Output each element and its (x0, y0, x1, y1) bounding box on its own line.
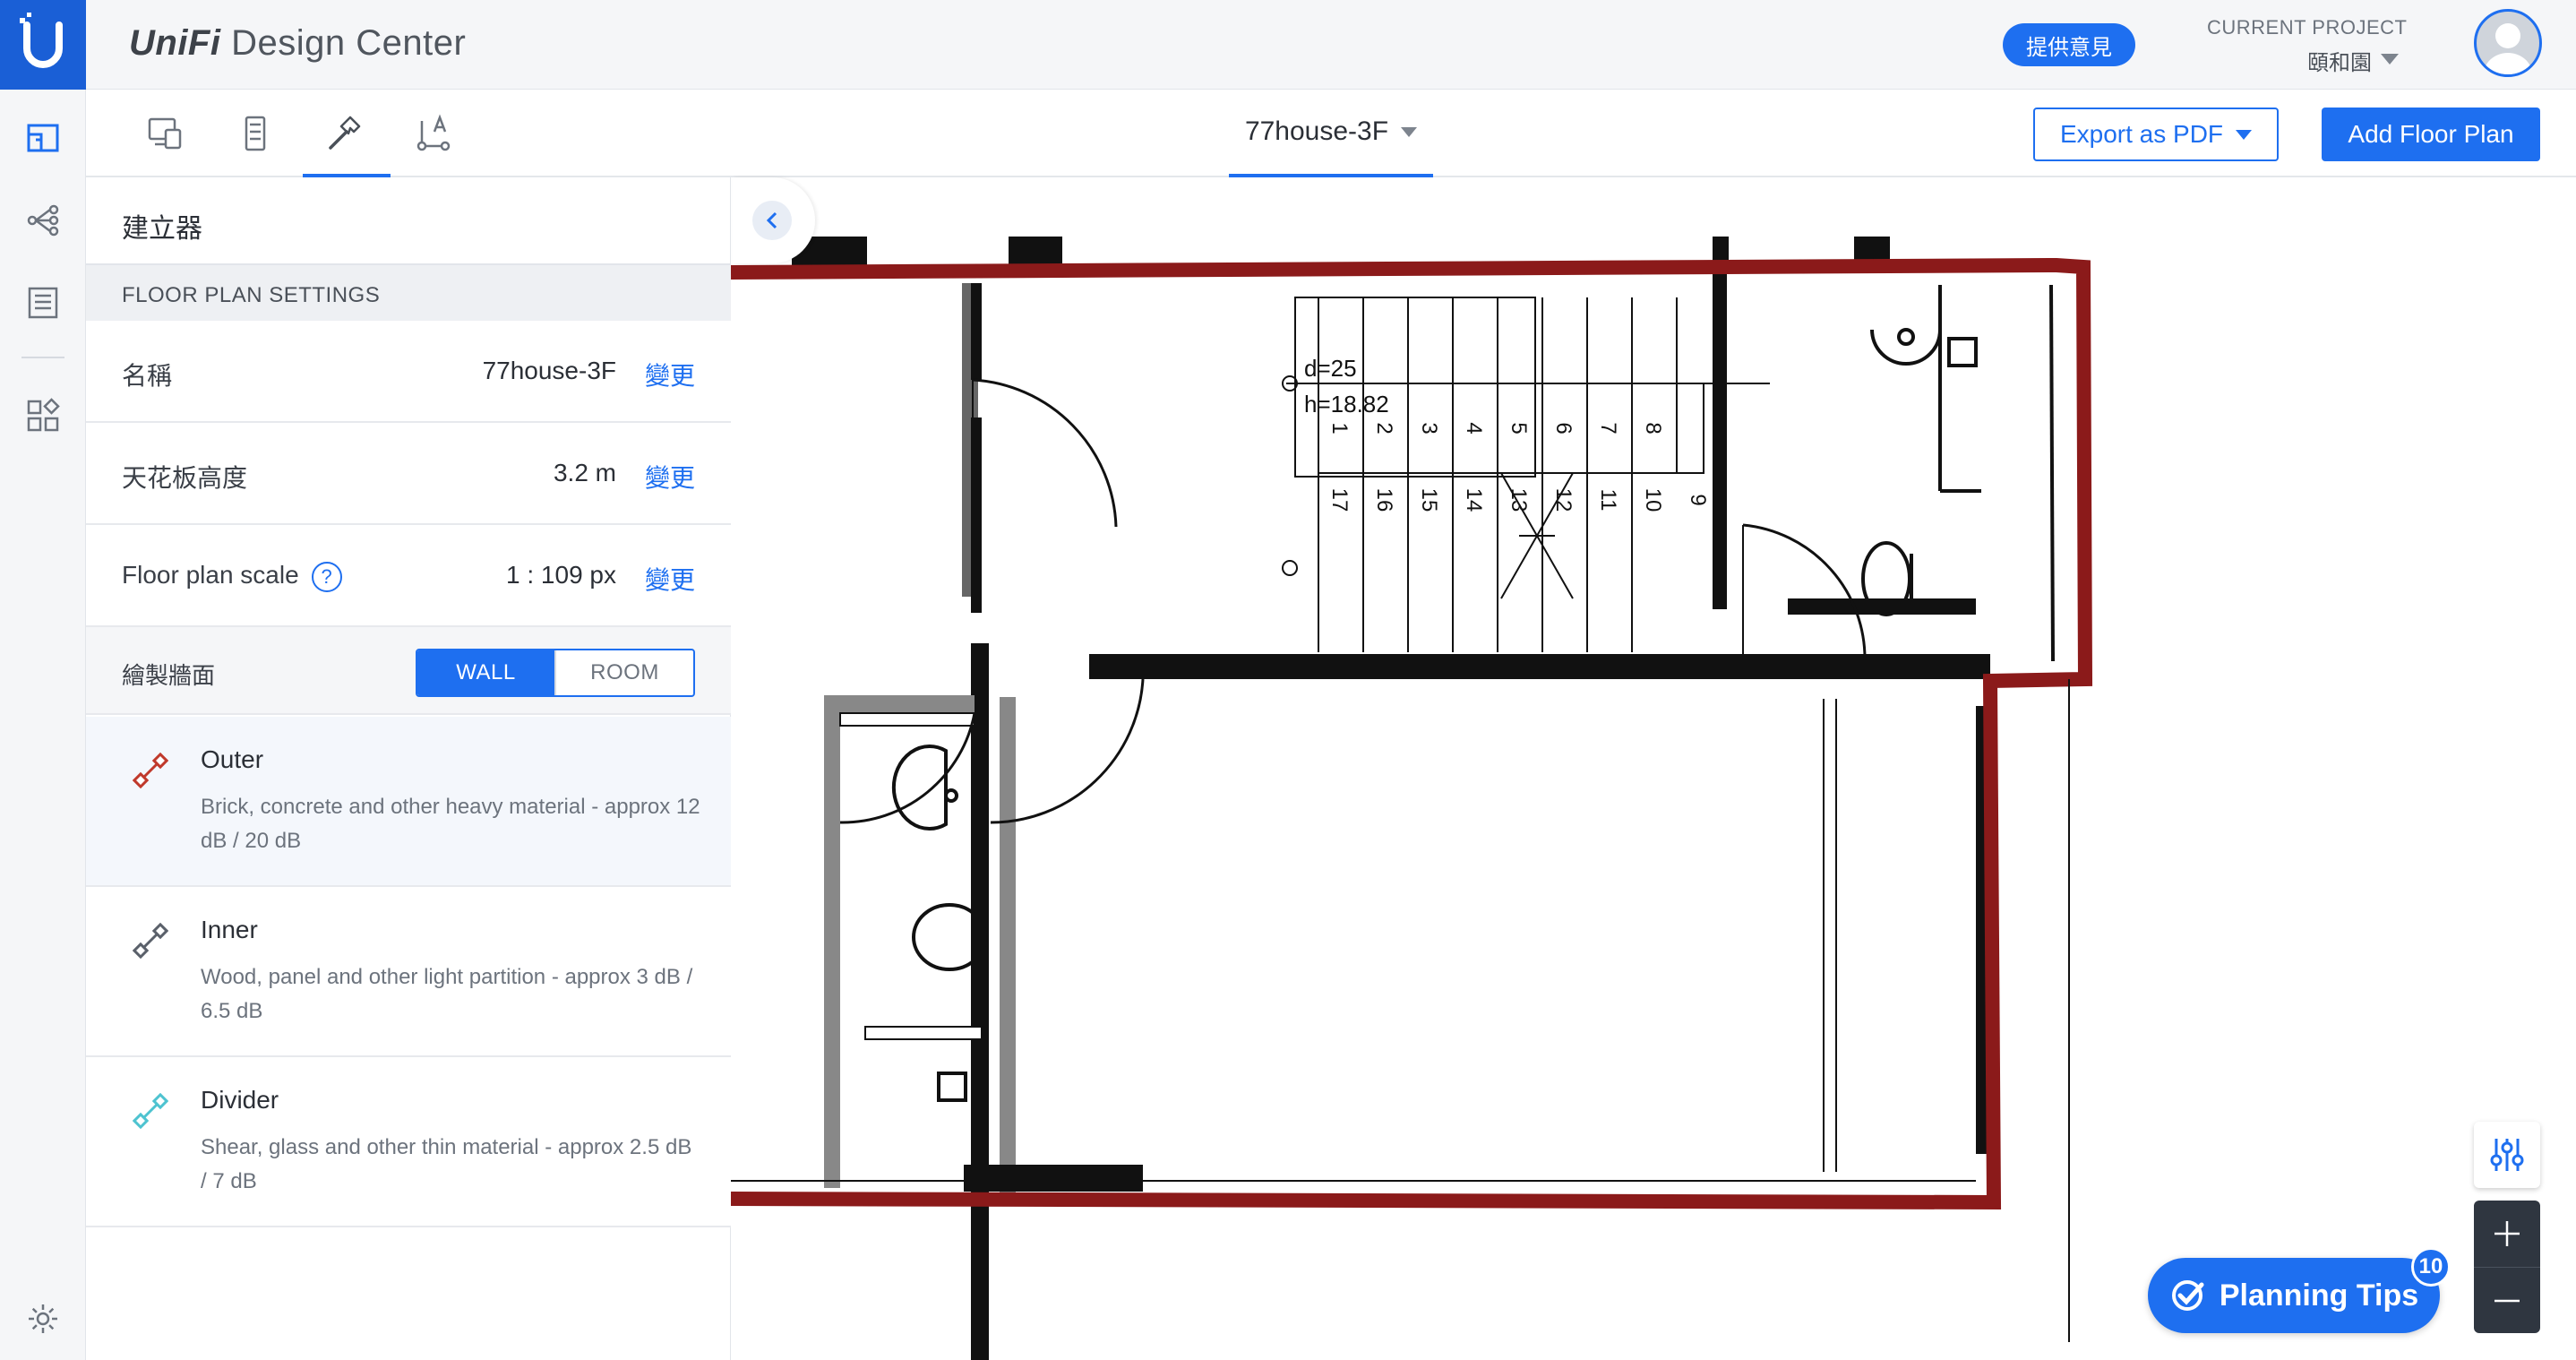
stair-note-h: h=18.82 (1304, 391, 1389, 417)
panel-title: 建立器 (122, 214, 202, 244)
app-brand: UniFi Design Center (129, 23, 467, 63)
topology-nav-icon[interactable] (25, 202, 61, 238)
wall-type-divider[interactable]: Divider Shear, glass and other thin mate… (86, 1057, 731, 1227)
stair-step-number: 6 (1551, 422, 1576, 434)
zoom-in-button[interactable] (2474, 1201, 2540, 1267)
stair-step-number: 10 (1641, 488, 1665, 512)
stair-note-d: d=25 (1304, 355, 1357, 382)
wall-name: Outer (201, 745, 264, 773)
setting-value: 1 : 109 px (506, 561, 616, 589)
floorplan-drawing: d=25 h=18.82 1 2 3 4 5 6 7 817 16 15 14 13 12 11 10 9 (731, 237, 2093, 1360)
floorplan-canvas[interactable]: d=25 h=18.82 1 2 3 4 5 6 7 8 17 16 15 14 13 12 11 10 9 (731, 177, 2576, 1360)
stair-step-number: 3 (1417, 422, 1441, 434)
mode-room-button[interactable]: ROOM (554, 650, 693, 695)
wall-name: Inner (201, 916, 258, 943)
floorplan-nav-icon[interactable] (25, 120, 61, 156)
tips-count-badge: 10 (2411, 1247, 2451, 1287)
sliders-icon (2490, 1139, 2524, 1171)
wall-type-inner[interactable]: Inner Wood, panel and other light partit… (86, 887, 731, 1057)
chevron-left-icon[interactable] (752, 201, 792, 240)
mode-wall-button[interactable]: WALL (417, 650, 554, 695)
minus-icon (2494, 1299, 2520, 1302)
draw-wall-row: 繪製牆面 WALL ROOM (86, 627, 731, 715)
chevron-down-icon (2236, 129, 2253, 140)
settings-gear-icon[interactable] (25, 1301, 61, 1337)
change-scale-link[interactable]: 變更 (645, 561, 695, 597)
stair-step-number: 5 (1507, 422, 1531, 434)
wall-type-outer[interactable]: Outer Brick, concrete and other heavy ma… (86, 717, 731, 887)
stair-step-number: 8 (1641, 422, 1665, 434)
draw-wall-label: 繪製牆面 (122, 662, 216, 689)
project-name[interactable]: 頤和園 (2307, 45, 2372, 76)
wall-room-toggle: WALL ROOM (416, 649, 695, 697)
inner-wall-icon (133, 923, 168, 959)
stair-step-number: 1 (1327, 422, 1352, 434)
check-circle-icon (2171, 1280, 2204, 1311)
setting-row-name: 名稱 77house-3F 變更 (86, 321, 731, 423)
planning-tips-label: Planning Tips (2219, 1278, 2419, 1313)
measure-icon (416, 114, 451, 151)
setting-label: Floor plan scale? (122, 561, 342, 592)
stair-step-number: 11 (1596, 489, 1620, 512)
planning-tips-button[interactable]: Planning Tips (2148, 1258, 2440, 1333)
setting-row-ceiling-height: 天花板高度 3.2 m 變更 (86, 423, 731, 525)
stair-step-number: 12 (1551, 488, 1576, 512)
add-floor-plan-button[interactable]: Add Floor Plan (2322, 108, 2540, 161)
layer-settings-button[interactable] (2474, 1122, 2540, 1188)
current-project-label: CURRENT PROJECT (2207, 16, 2408, 39)
tab-rack[interactable] (211, 90, 299, 177)
divider-wall-icon (133, 1093, 168, 1129)
left-rail (0, 90, 86, 1360)
wall-description: Wood, panel and other light partition - … (201, 965, 693, 1023)
chevron-down-icon (1401, 126, 1418, 137)
plus-icon (2494, 1221, 2520, 1246)
export-pdf-label: Export as PDF (2059, 120, 2224, 148)
change-name-link[interactable]: 變更 (645, 357, 695, 392)
export-pdf-button[interactable]: Export as PDF (2033, 108, 2279, 161)
wall-name: Divider (201, 1086, 279, 1114)
setting-value: 77house-3F (482, 357, 616, 384)
stair-step-number: 13 (1507, 488, 1531, 512)
help-icon[interactable]: ? (311, 561, 342, 592)
unifi-logo[interactable] (0, 0, 86, 90)
hammer-icon (329, 116, 361, 150)
products-nav-icon[interactable] (25, 398, 61, 434)
stair-step-number: 9 (1686, 494, 1710, 505)
floor-plan-settings-header: FLOOR PLAN SETTINGS (86, 263, 731, 321)
rail-divider (21, 357, 64, 358)
tab-devices[interactable] (122, 90, 210, 177)
setting-label: 天花板高度 (122, 464, 248, 492)
stair-step-number: 15 (1417, 488, 1441, 512)
tab-builder[interactable] (301, 90, 389, 177)
wall-description: Shear, glass and other thin material - a… (201, 1135, 692, 1193)
stair-step-number: 4 (1462, 422, 1486, 434)
avatar[interactable] (2474, 9, 2542, 77)
devices-icon (148, 117, 182, 150)
setting-label-text: Floor plan scale (122, 561, 299, 589)
wall-description: Brick, concrete and other heavy material… (201, 795, 700, 853)
stair-step-number: 16 (1372, 488, 1396, 512)
setting-label: 名稱 (122, 362, 173, 390)
tab-measure[interactable] (391, 90, 478, 177)
outer-wall-icon (133, 753, 168, 788)
stair-step-number: 2 (1372, 422, 1396, 434)
chevron-down-icon[interactable] (2381, 54, 2399, 65)
stair-step-number: 14 (1462, 488, 1486, 512)
section-title: FLOOR PLAN SETTINGS (122, 283, 381, 307)
stair-step-number: 7 (1596, 422, 1620, 434)
rack-icon (245, 116, 266, 151)
zoom-out-button[interactable] (2474, 1267, 2540, 1333)
setting-row-scale: Floor plan scale? 1 : 109 px 變更 (86, 525, 731, 627)
change-ceiling-link[interactable]: 變更 (645, 459, 695, 495)
stair-step-number: 17 (1327, 488, 1352, 512)
floor-selector-label: 77house-3F (1244, 116, 1389, 146)
floor-selector[interactable]: 77house-3F (1229, 90, 1433, 177)
report-nav-icon[interactable] (25, 285, 61, 321)
feedback-button[interactable]: 提供意見 (2003, 23, 2135, 66)
setting-value: 3.2 m (553, 459, 616, 486)
